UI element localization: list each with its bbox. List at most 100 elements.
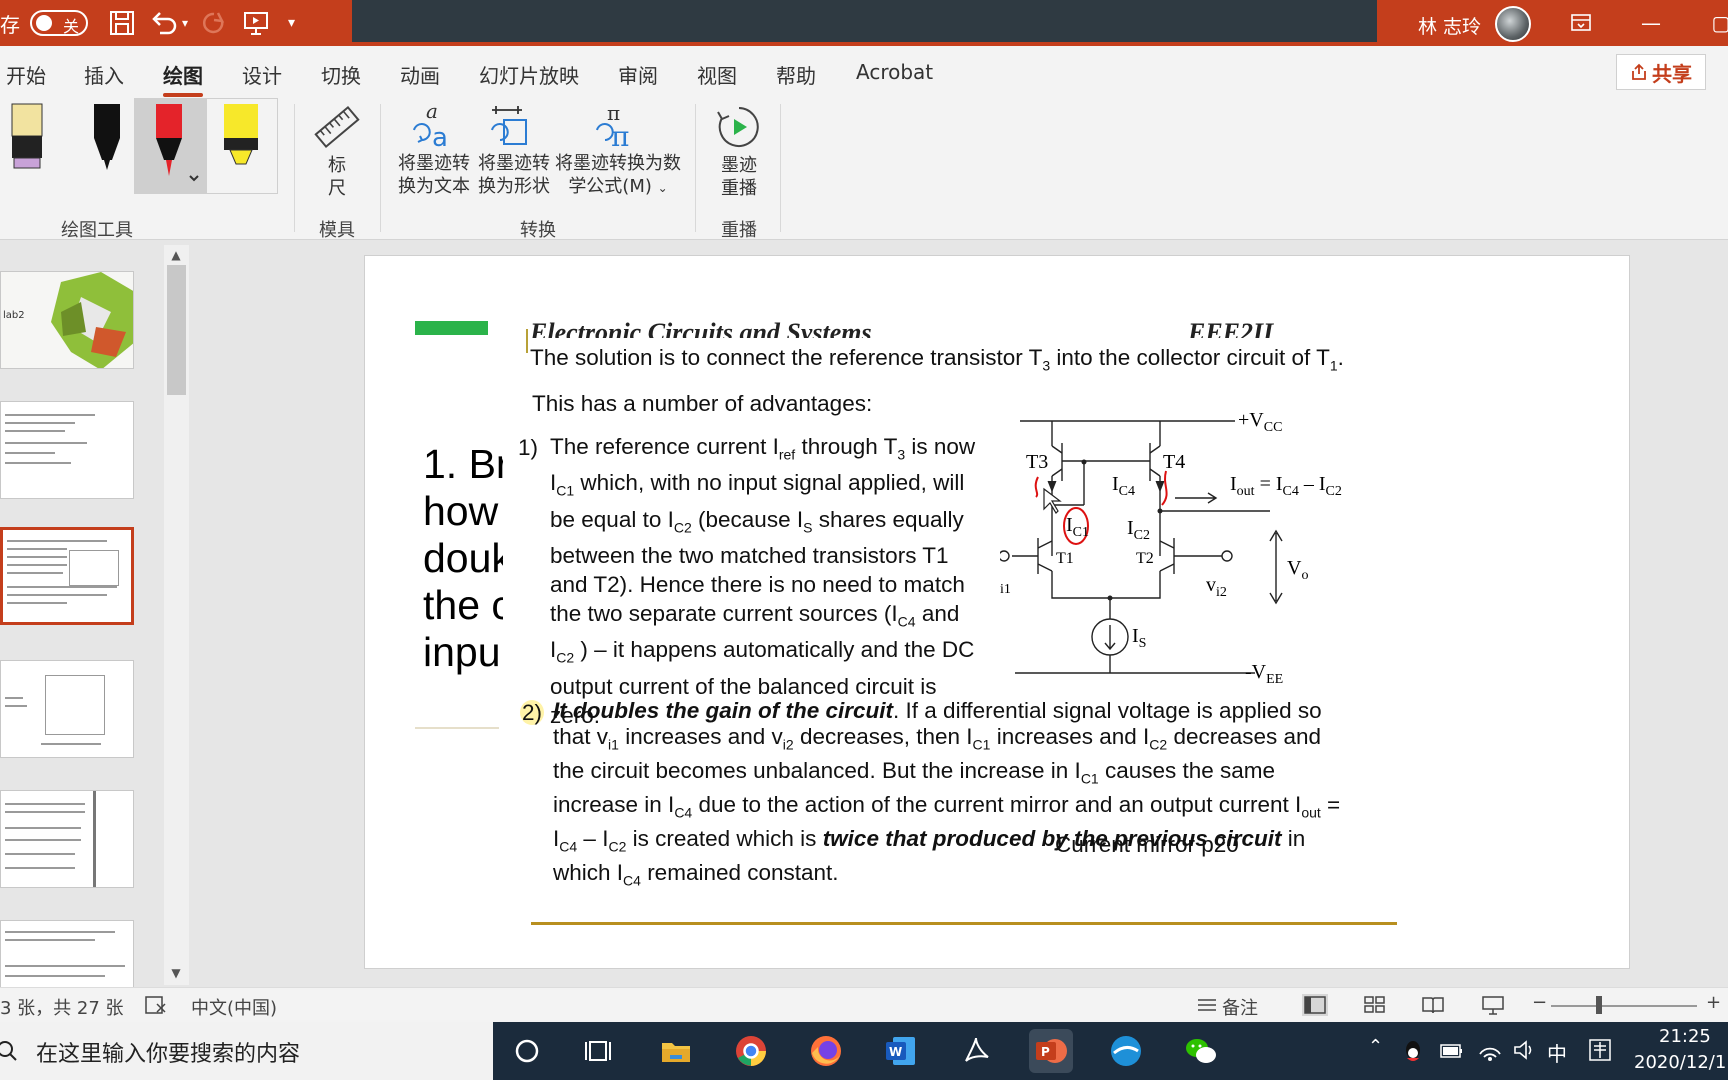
taskbar-search-box[interactable]: 在这里输入你要搜索的内容 bbox=[0, 1022, 493, 1080]
zoom-slider[interactable] bbox=[1551, 1005, 1697, 1007]
tab-acrobat[interactable]: Acrobat bbox=[856, 60, 933, 84]
ribbon-separator bbox=[380, 104, 381, 232]
customize-qat-icon[interactable]: ▾ bbox=[288, 15, 295, 31]
scroll-thumb[interactable] bbox=[167, 265, 186, 395]
ribbon-separator bbox=[695, 104, 696, 232]
taskbar-search-placeholder: 在这里输入你要搜索的内容 bbox=[36, 1042, 301, 1067]
acrobat-icon[interactable] bbox=[954, 1029, 998, 1073]
chrome-icon[interactable] bbox=[729, 1029, 773, 1073]
group-label-replay: 重播 bbox=[721, 220, 757, 241]
ink-to-text-label-1: 将墨迹转 bbox=[398, 153, 470, 174]
title-line: the c bbox=[423, 582, 503, 628]
ink-to-math-button[interactable]: ππ 将墨迹转换为数 学公式(M) ⌄ bbox=[555, 100, 681, 210]
accessibility-check-icon[interactable] bbox=[143, 994, 169, 1016]
task-view-icon[interactable] bbox=[577, 1029, 621, 1073]
word-icon[interactable]: W bbox=[879, 1029, 923, 1073]
qq-icon[interactable] bbox=[1402, 1038, 1424, 1064]
file-explorer-icon[interactable] bbox=[654, 1029, 698, 1073]
save-icon[interactable] bbox=[108, 9, 136, 37]
slide-thumbnail[interactable] bbox=[0, 660, 134, 758]
status-bar: 3 张，共 27 张 中文(中国) 备注 − + bbox=[0, 987, 1728, 1022]
normal-view-icon[interactable] bbox=[1302, 994, 1328, 1016]
svg-text:lab2: lab2 bbox=[3, 310, 25, 321]
scroll-down-icon[interactable]: ▼ bbox=[168, 965, 184, 981]
ink-to-shape-button[interactable]: 将墨迹转 换为形状 bbox=[474, 100, 554, 210]
pen-red[interactable] bbox=[134, 98, 206, 194]
browser-app-icon[interactable] bbox=[1104, 1029, 1148, 1073]
tab-transitions[interactable]: 切换 bbox=[321, 60, 361, 89]
language-indicator[interactable]: 中文(中国) bbox=[191, 994, 277, 1020]
doc-header-left: Electronic Circuits and Systems bbox=[530, 318, 872, 338]
slide-thumbnail[interactable] bbox=[0, 790, 134, 888]
tab-animations[interactable]: 动画 bbox=[400, 60, 440, 89]
ink-to-text-button[interactable]: aa 将墨迹转 换为文本 bbox=[394, 99, 474, 210]
tray-overflow-icon[interactable]: ⌃ bbox=[1368, 1036, 1383, 1057]
clock-date[interactable]: 2020/12/1 bbox=[1634, 1052, 1726, 1073]
zoom-in-icon[interactable]: + bbox=[1706, 992, 1721, 1013]
reading-view-icon[interactable] bbox=[1420, 994, 1446, 1016]
slide-thumbnail[interactable] bbox=[0, 920, 134, 990]
present-from-start-icon[interactable] bbox=[242, 9, 270, 37]
doc-header: Electronic Circuits and Systems EEE2II bbox=[510, 308, 1400, 338]
ime-mode-icon[interactable] bbox=[1588, 1038, 1612, 1062]
slide-thumbnail-current[interactable] bbox=[0, 527, 134, 625]
slide-counter: 3 张，共 27 张 bbox=[0, 998, 124, 1019]
scroll-up-icon[interactable]: ▲ bbox=[168, 247, 184, 263]
search-icon bbox=[0, 1041, 17, 1061]
battery-icon[interactable] bbox=[1440, 1042, 1464, 1060]
tab-help[interactable]: 帮助 bbox=[776, 60, 816, 89]
thumbnail-scrollbar[interactable]: ▲ ▼ bbox=[164, 245, 189, 985]
undo-dropdown-icon[interactable]: ▾ bbox=[182, 16, 188, 30]
pen-black[interactable] bbox=[70, 98, 140, 194]
tab-review[interactable]: 审阅 bbox=[618, 60, 658, 89]
tab-insert[interactable]: 插入 bbox=[84, 60, 124, 89]
ink-replay-label-1: 墨迹 bbox=[721, 155, 757, 176]
slide-thumbnail[interactable] bbox=[0, 401, 134, 499]
is-label: IS bbox=[1132, 625, 1146, 651]
maximize-icon[interactable]: ▢ bbox=[1706, 8, 1728, 38]
clock-time[interactable]: 21:25 bbox=[1659, 1026, 1711, 1047]
slide-thumbnail[interactable]: lab2 bbox=[0, 271, 134, 369]
ink-to-text-label-2: 换为文本 bbox=[398, 176, 470, 197]
tab-draw[interactable]: 绘图 bbox=[163, 60, 203, 97]
powerpoint-icon[interactable]: P bbox=[1029, 1029, 1073, 1073]
slideshow-view-icon[interactable] bbox=[1480, 994, 1506, 1016]
pasted-document-image[interactable]: Electronic Circuits and Systems EEE2II T… bbox=[510, 318, 1400, 926]
tab-home[interactable]: 开始 bbox=[6, 60, 46, 89]
zoom-slider-thumb[interactable] bbox=[1596, 996, 1602, 1014]
minimize-icon[interactable]: — bbox=[1636, 8, 1666, 38]
undo-icon[interactable] bbox=[150, 9, 180, 37]
share-button[interactable]: 共享 bbox=[1616, 54, 1706, 90]
iout-label: Iout = IC4 – IC2 bbox=[1230, 473, 1342, 499]
bottom-rule bbox=[531, 922, 1397, 925]
autosave-toggle[interactable]: 关 bbox=[30, 10, 88, 36]
wechat-icon[interactable] bbox=[1179, 1029, 1223, 1073]
share-icon bbox=[1632, 63, 1646, 80]
ruler-button[interactable]: 标 尺 bbox=[312, 102, 362, 212]
slide-sorter-icon[interactable] bbox=[1362, 994, 1388, 1016]
title-line: 1. Br bbox=[423, 441, 503, 487]
ink-replay-button[interactable]: 墨迹 重播 bbox=[712, 102, 766, 212]
ribbon-tabs: 开始 插入 绘图 设计 切换 动画 幻灯片放映 审阅 视图 帮助 Acrobat… bbox=[0, 46, 1728, 98]
divider bbox=[415, 727, 499, 729]
svg-text:π: π bbox=[611, 120, 629, 152]
notes-icon[interactable] bbox=[1194, 994, 1220, 1016]
user-avatar[interactable] bbox=[1495, 6, 1531, 42]
pen-pink-highlighter[interactable] bbox=[0, 98, 70, 194]
tab-slideshow[interactable]: 幻灯片放映 bbox=[479, 60, 579, 89]
slide-canvas[interactable]: 1. Br how douk the c inpu Electronic Cir… bbox=[364, 255, 1630, 969]
notes-button[interactable]: 备注 bbox=[1222, 994, 1258, 1020]
tab-design[interactable]: 设计 bbox=[242, 60, 282, 89]
wifi-icon[interactable] bbox=[1477, 1038, 1503, 1062]
cortana-icon[interactable] bbox=[505, 1029, 549, 1073]
ic4-label: IC4 bbox=[1112, 473, 1135, 499]
tab-view[interactable]: 视图 bbox=[697, 60, 737, 89]
firefox-icon[interactable] bbox=[804, 1029, 848, 1073]
ribbon-display-options-icon[interactable] bbox=[1566, 8, 1596, 38]
group-label-drawing-tools: 绘图工具 bbox=[61, 220, 133, 241]
volume-icon[interactable] bbox=[1512, 1038, 1538, 1062]
t1-label: T1 bbox=[1056, 550, 1074, 567]
ime-indicator[interactable]: 中 bbox=[1547, 1038, 1567, 1067]
zoom-out-icon[interactable]: − bbox=[1532, 992, 1547, 1013]
footnote: Current mirror p20 bbox=[1055, 832, 1239, 857]
